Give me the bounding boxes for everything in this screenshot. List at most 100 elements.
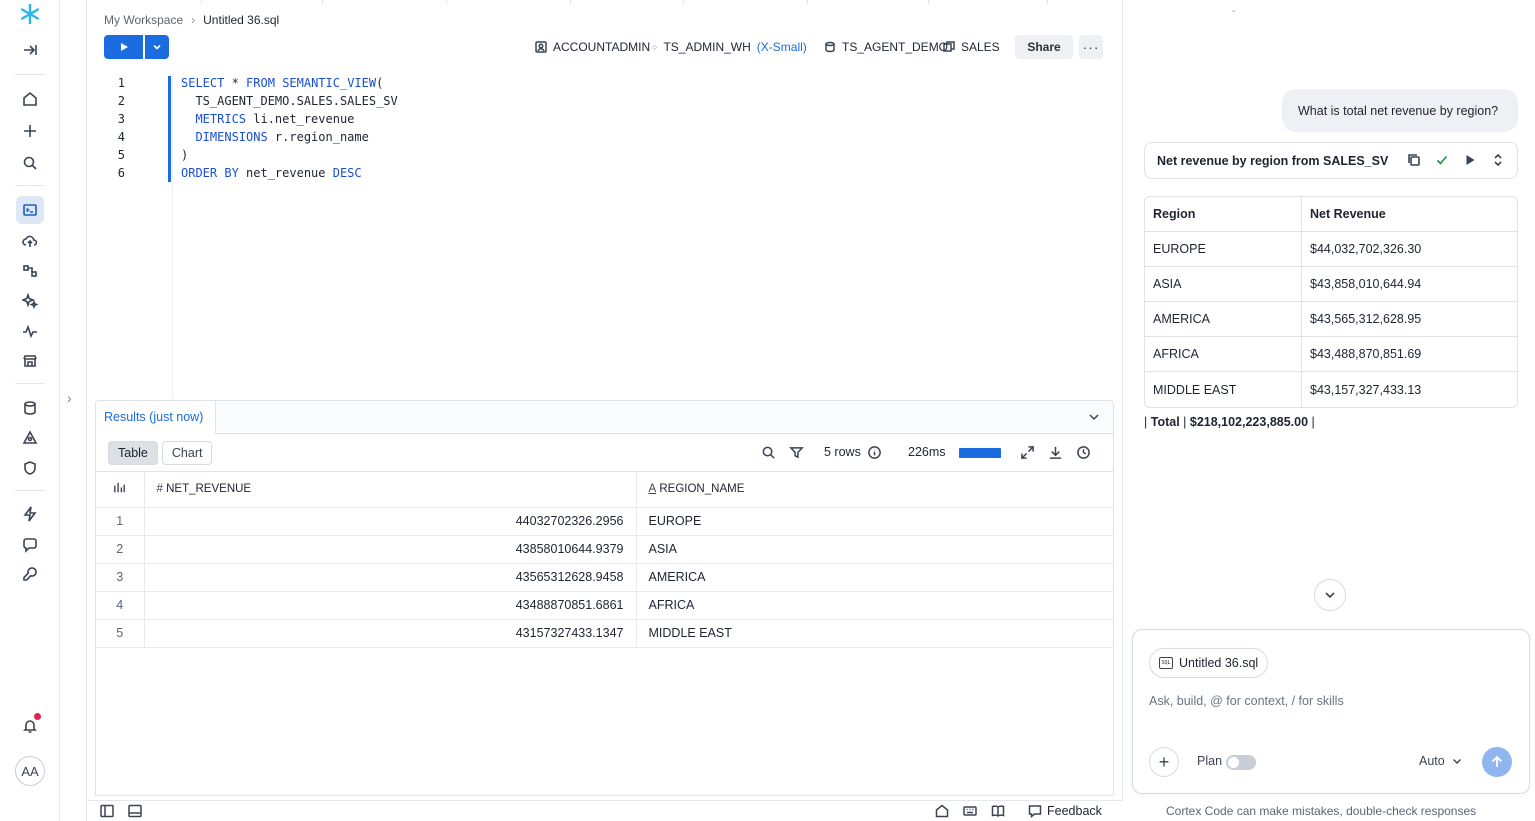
active-file-tab[interactable] [928, 0, 1048, 4]
context-file-chip[interactable]: SQL Untitled 36.sql [1149, 648, 1269, 678]
database-selector[interactable]: TS_AGENT_DEMO [824, 40, 948, 54]
nav-divider [15, 383, 45, 384]
scroll-to-bottom-button[interactable] [1314, 579, 1346, 611]
table-view-button[interactable]: Table [108, 441, 158, 465]
column-stats-icon[interactable] [96, 472, 145, 508]
schema-icon [943, 41, 955, 52]
query-history-icon[interactable] [1076, 445, 1091, 463]
net-revenue-cell[interactable]: 44032702326.2956 [144, 507, 637, 536]
chat-revenue-cell: $43,565,312,628.95 [1302, 302, 1517, 337]
schema-label: SALES [961, 40, 1000, 54]
table-row[interactable]: 1 44032702326.2956 EUROPE [96, 507, 1113, 536]
region-cell[interactable]: MIDDLE EAST [636, 619, 1113, 648]
cortex-chat-icon[interactable] [16, 531, 44, 559]
info-icon[interactable] [867, 445, 882, 463]
add-attachment-button[interactable]: + [1149, 747, 1179, 777]
schema-selector[interactable]: SALES [943, 40, 1000, 54]
sql-card-title: Net revenue by region from SALES_SV [1157, 153, 1389, 168]
run-options-dropdown[interactable] [145, 35, 169, 59]
nav-divider [15, 74, 45, 75]
chat-revenue-cell: $43,858,010,644.94 [1302, 267, 1517, 302]
documentation-book-icon[interactable] [991, 804, 1005, 821]
table-row[interactable]: 3 43565312628.9458 AMERICA [96, 563, 1113, 592]
role-selector[interactable]: ACCOUNTADMIN [535, 40, 650, 54]
database-catalog-icon[interactable] [16, 394, 44, 422]
projects-workspace-icon[interactable] [16, 196, 44, 224]
user-avatar[interactable]: AA [15, 756, 45, 786]
check-icon[interactable] [1435, 153, 1449, 167]
admin-tools-icon[interactable] [16, 560, 44, 588]
ai-ml-sparkle-icon[interactable] [16, 287, 44, 315]
table-row[interactable]: 5 43157327433.1347 MIDDLE EAST [96, 619, 1113, 648]
region-cell[interactable]: AMERICA [636, 563, 1113, 592]
send-button[interactable] [1482, 747, 1512, 777]
transformation-icon[interactable] [16, 257, 44, 285]
data-sharing-icon[interactable] [16, 424, 44, 452]
search-icon[interactable] [16, 149, 44, 177]
chat-result-table: Region Net Revenue EUROPE $44,032,702,326… [1144, 196, 1518, 408]
results-table: # NET_REVENUE A REGION_NAME 1 44032702326… [96, 472, 1113, 648]
chat-table-row: EUROPE $44,032,702,326.30 [1145, 232, 1517, 267]
table-row[interactable]: 2 43858010644.9379 ASIA [96, 535, 1113, 564]
expand-collapse-icon[interactable] [1491, 153, 1505, 167]
share-button[interactable]: Share [1015, 35, 1073, 59]
filter-columns-icon[interactable] [789, 445, 804, 463]
net-revenue-cell[interactable]: 43157327433.1347 [144, 619, 637, 648]
toggle-results-icon[interactable] [128, 804, 142, 821]
chat-region-cell: AFRICA [1145, 337, 1302, 372]
net-revenue-cell[interactable]: 43565312628.9458 [144, 563, 637, 592]
home-icon[interactable] [16, 85, 44, 113]
chat-col-net-revenue: Net Revenue [1302, 197, 1517, 232]
results-tab[interactable]: Results (just now) [96, 401, 216, 434]
monitoring-activity-icon[interactable] [16, 317, 44, 345]
column-header-region-name[interactable]: A REGION_NAME [636, 472, 1113, 508]
download-icon[interactable] [1048, 445, 1063, 463]
snowflake-logo-icon[interactable] [16, 0, 44, 28]
breadcrumb: My Workspace › Untitled 36.sql [104, 13, 279, 27]
chat-revenue-cell: $43,488,870,851.69 [1302, 337, 1517, 372]
model-selector[interactable]: Auto [1419, 754, 1463, 768]
run-query-play-icon[interactable] [1463, 153, 1477, 167]
total-pipe: | [1179, 415, 1190, 429]
code-line: ) [181, 148, 188, 162]
workspace-home-icon[interactable] [935, 804, 949, 821]
expand-icon[interactable] [1020, 445, 1035, 463]
table-row[interactable]: 4 43488870851.6861 AFRICA [96, 591, 1113, 620]
breadcrumb-workspace[interactable]: My Workspace [104, 13, 183, 27]
plan-toggle[interactable] [1226, 755, 1256, 770]
run-button[interactable] [104, 35, 143, 59]
region-cell[interactable]: ASIA [636, 535, 1113, 564]
expand-panel-chevron-icon[interactable]: › [67, 390, 72, 406]
governance-shield-icon[interactable] [16, 454, 44, 482]
warehouse-selector[interactable]: ○ TS_ADMIN_WH (X-Small) [652, 40, 807, 54]
region-cell[interactable]: AFRICA [636, 591, 1113, 620]
search-results-icon[interactable] [761, 445, 776, 463]
more-options-icon[interactable]: ··· [1079, 35, 1103, 59]
column-header-net-revenue[interactable]: # NET_REVENUE [144, 472, 637, 508]
marketplace-icon[interactable] [16, 347, 44, 375]
expand-sidebar-icon[interactable] [16, 36, 44, 64]
toggle-sidebar-icon[interactable] [100, 804, 114, 821]
net-revenue-cell[interactable]: 43488870851.6861 [144, 591, 637, 620]
row-index: 3 [96, 563, 145, 592]
total-value: $218,102,223,885.00 [1189, 415, 1309, 429]
keyboard-shortcuts-icon[interactable] [963, 804, 977, 821]
data-ingestion-icon[interactable] [16, 227, 44, 255]
compute-bolt-icon[interactable] [16, 500, 44, 528]
feedback-button[interactable]: Feedback [1028, 804, 1102, 818]
chat-composer: SQL Untitled 36.sql Ask, build, @ for co… [1132, 629, 1530, 794]
region-cell[interactable]: EUROPE [636, 507, 1113, 536]
gutter-divider [172, 74, 173, 399]
net-revenue-cell[interactable]: 43858010644.9379 [144, 535, 637, 564]
collapse-results-chevron-icon[interactable] [1087, 410, 1101, 424]
chat-input[interactable]: Ask, build, @ for context, / for skills [1149, 694, 1344, 708]
create-plus-icon[interactable] [16, 117, 44, 145]
copy-icon[interactable] [1407, 153, 1421, 167]
worksheet-editor: My Workspace › Untitled 36.sql ACCOUNTAD… [88, 0, 1123, 821]
sql-code-editor[interactable]: 1 SELECT * FROM SEMANTIC_VIEW(2 TS_AGENT_… [88, 74, 1123, 399]
results-panel: Results (just now) Table Chart 5 rows 22… [95, 400, 1114, 796]
chart-view-button[interactable]: Chart [161, 441, 213, 465]
chat-table-row: AMERICA $43,565,312,628.95 [1145, 302, 1517, 337]
breadcrumb-file[interactable]: Untitled 36.sql [203, 13, 279, 27]
sql-result-card[interactable]: Net revenue by region from SALES_SV [1144, 142, 1518, 179]
